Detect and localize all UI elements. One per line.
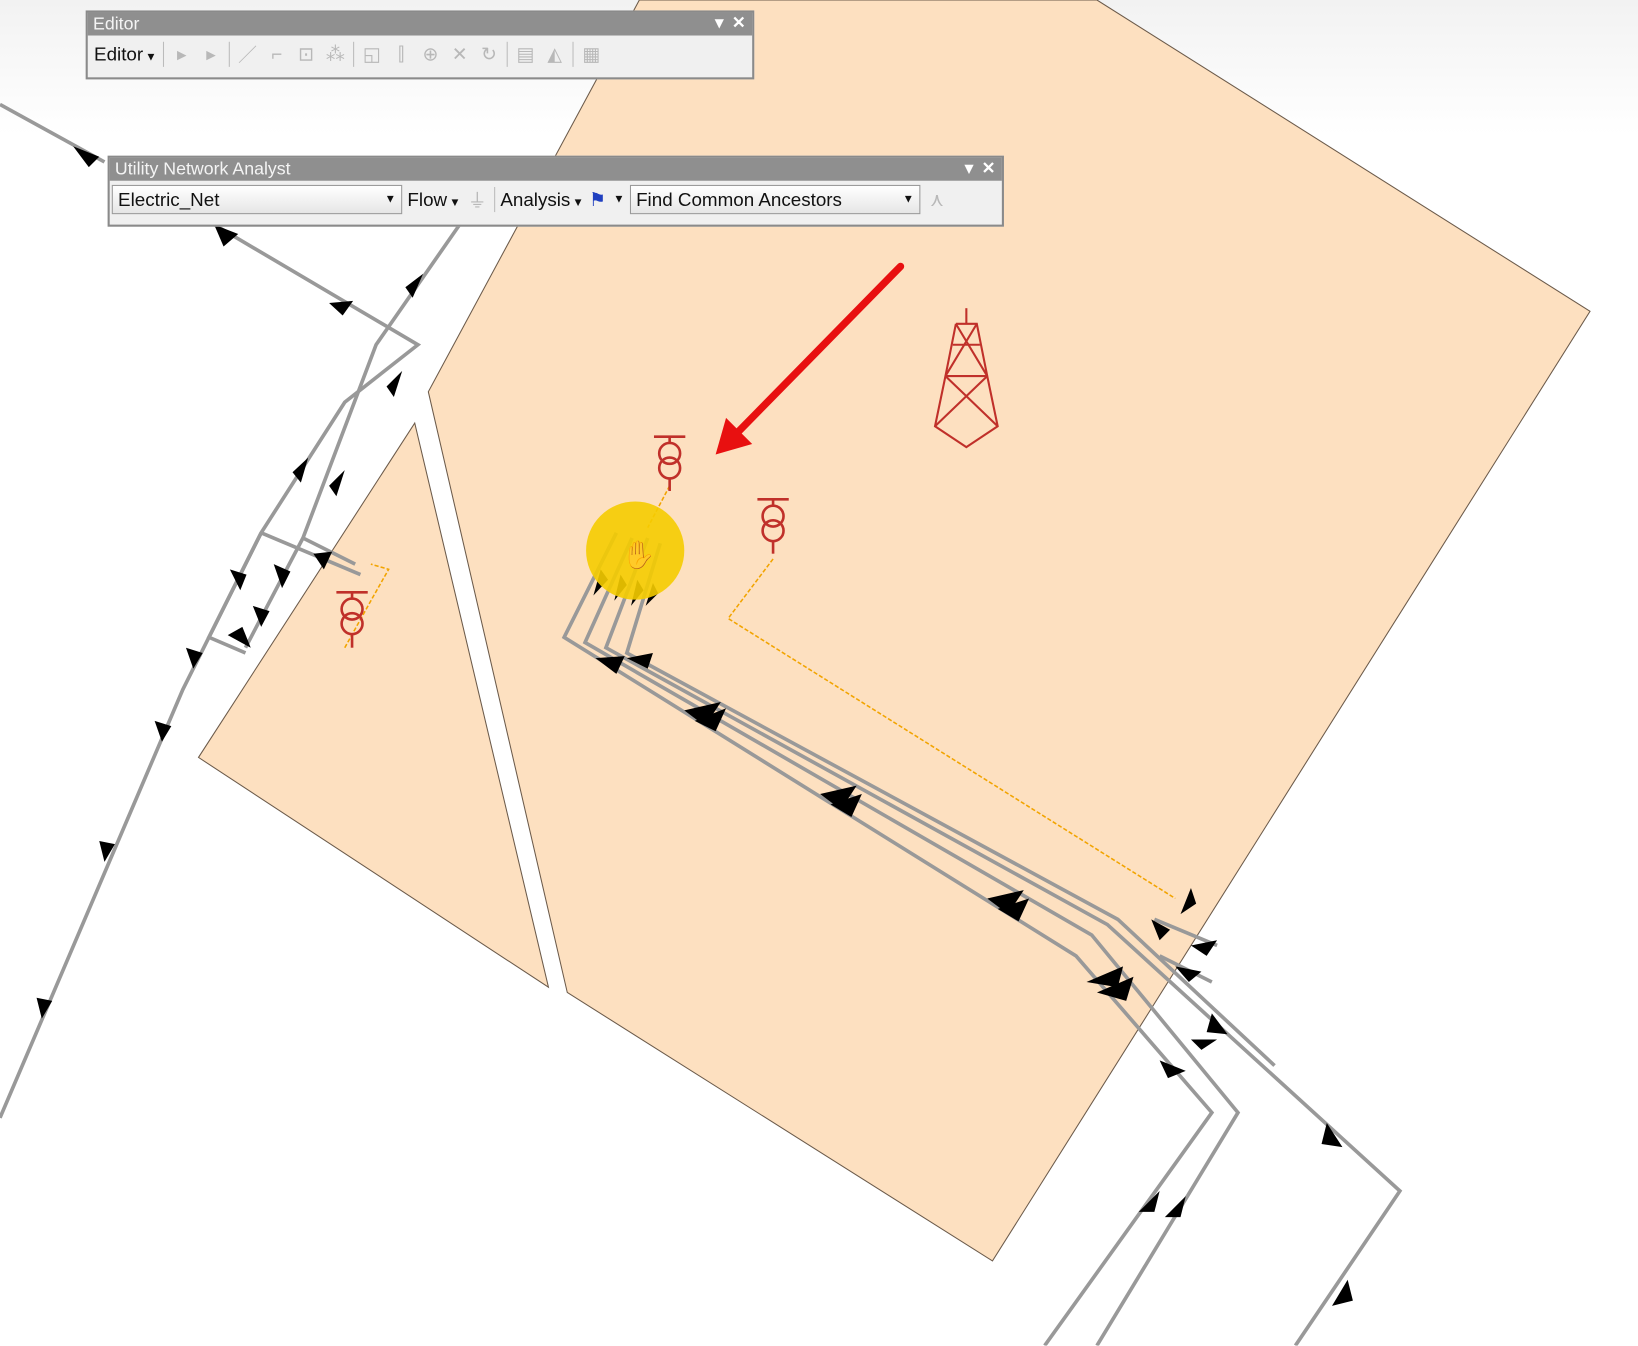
flow-menu-button[interactable]: Flow ▼ <box>407 189 460 211</box>
separator <box>228 41 230 67</box>
editor-toolbar: Editor ▾ ✕ Editor ▼ ▸ ▸ ／ ⌐ ⊡ ⁂ ◱ ⫿ ⊕ ✕ ↻ … <box>85 10 755 80</box>
split-icon[interactable]: ⫿ <box>390 43 413 65</box>
reshape-icon[interactable]: ◱ <box>360 43 383 65</box>
edit-annotation-icon[interactable]: ▸ <box>199 43 222 65</box>
create-features-icon[interactable]: ▦ <box>580 43 603 65</box>
toolbar-title-bar[interactable]: Utility Network Analyst ▾ ✕ <box>109 157 1002 181</box>
dropdown-icon[interactable]: ▾ <box>965 160 973 178</box>
add-flag-tool-icon[interactable]: ⚑ <box>589 189 606 211</box>
separator <box>506 41 508 67</box>
separator <box>353 41 355 67</box>
chevron-down-icon[interactable]: ▼ <box>613 193 624 206</box>
construct-points-icon[interactable]: ⊡ <box>295 43 318 65</box>
trace-task-select[interactable]: Find Common Ancestors ▼ <box>629 184 921 215</box>
solve-icon[interactable]: ⋏ <box>925 189 948 211</box>
chevron-down-icon: ▼ <box>384 193 396 206</box>
toolbar-title-bar[interactable]: Editor ▾ ✕ <box>87 12 753 36</box>
hand-cursor-icon: ✋ <box>622 539 656 570</box>
intersect-icon[interactable]: ✕ <box>448 43 471 65</box>
rotate-icon[interactable]: ↻ <box>477 43 500 65</box>
chevron-down-icon: ▼ <box>145 50 157 64</box>
trace-task-value: Find Common Ancestors <box>636 188 842 210</box>
close-icon[interactable]: ✕ <box>982 160 996 178</box>
separator <box>494 187 496 213</box>
flow-label: Flow <box>407 188 448 210</box>
flow-direction-icon[interactable]: ⏚ <box>466 186 489 213</box>
straight-segment-icon[interactable]: ／ <box>236 41 259 68</box>
chevron-down-icon: ▼ <box>902 193 914 206</box>
attributes-icon[interactable]: ▤ <box>514 43 537 65</box>
midpoint-icon[interactable]: ⁂ <box>324 43 347 65</box>
chevron-down-icon: ▼ <box>572 195 584 209</box>
edit-tool-icon[interactable]: ▸ <box>170 43 193 65</box>
sketch-properties-icon[interactable]: ◭ <box>543 43 566 65</box>
toolbar-title: Utility Network Analyst <box>114 158 291 179</box>
analysis-menu-button[interactable]: Analysis ▼ <box>500 189 583 211</box>
chevron-down-icon: ▼ <box>449 195 461 209</box>
analysis-label: Analysis <box>500 188 571 210</box>
toolbar-title: Editor <box>92 13 140 34</box>
editor-menu-label: Editor <box>94 43 144 65</box>
network-value: Electric_Net <box>118 188 220 210</box>
separator <box>572 41 574 67</box>
dropdown-icon[interactable]: ▾ <box>715 15 723 33</box>
cut-polygons-icon[interactable]: ⊕ <box>419 43 442 65</box>
separator <box>162 41 164 67</box>
network-select[interactable]: Electric_Net ▼ <box>111 184 403 215</box>
close-icon[interactable]: ✕ <box>732 15 746 33</box>
editor-menu-button[interactable]: Editor ▼ <box>94 43 157 65</box>
utility-network-analyst-toolbar: Utility Network Analyst ▾ ✕ Electric_Net ▼… <box>107 155 1004 227</box>
trace-icon[interactable]: ⌐ <box>265 43 288 65</box>
